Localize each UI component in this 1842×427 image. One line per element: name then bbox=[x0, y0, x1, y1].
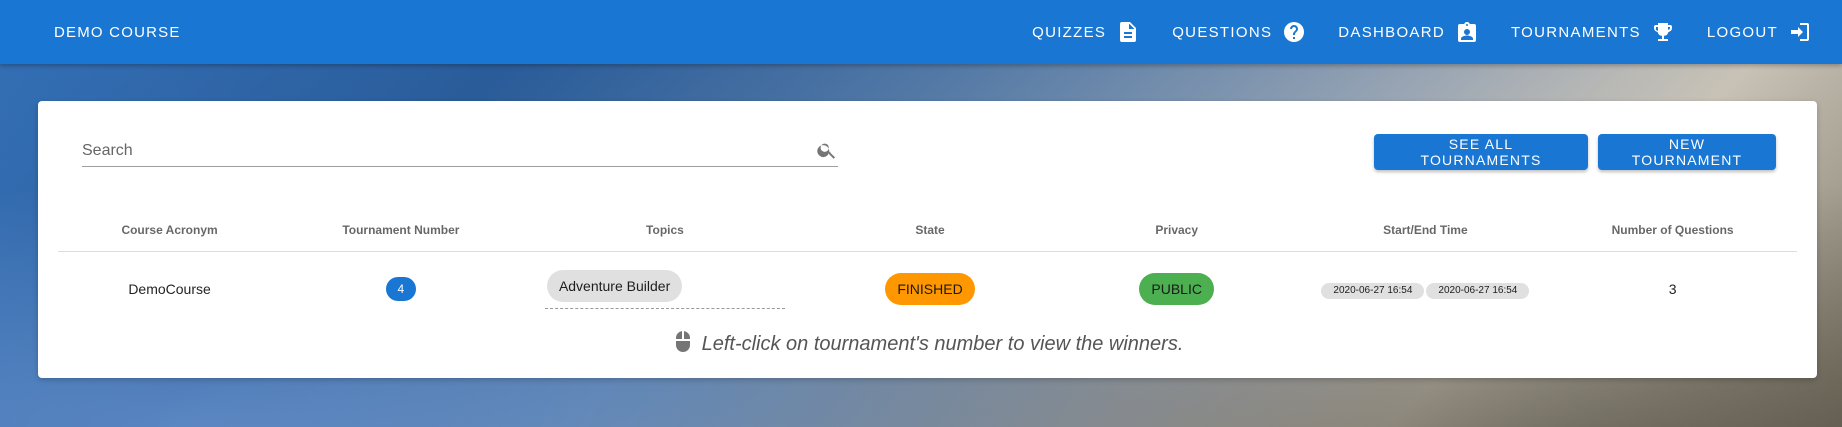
topics-cell: Adventure Builder bbox=[521, 251, 810, 327]
nav-logout-label: LOGOUT bbox=[1706, 23, 1778, 41]
header-tournament-number[interactable]: Tournament Number bbox=[281, 209, 521, 252]
header-privacy[interactable]: Privacy bbox=[1050, 209, 1303, 252]
top-app-bar: DEMO COURSE QUIZZES QUESTIONS DASHBOARD … bbox=[0, 0, 1842, 64]
search-field bbox=[82, 137, 838, 167]
search-icon[interactable] bbox=[816, 139, 838, 161]
nav-dashboard[interactable]: DASHBOARD bbox=[1322, 0, 1495, 64]
nav-quizzes[interactable]: QUIZZES bbox=[1016, 0, 1156, 64]
table-row[interactable]: DemoCourse 4 Adventure Builder FINISHED … bbox=[58, 251, 1797, 327]
tournament-number-cell: 4 bbox=[281, 251, 521, 327]
privacy-chip: PUBLIC bbox=[1139, 273, 1214, 306]
winners-hint: Left-click on tournament's number to vie… bbox=[38, 330, 1817, 360]
header-number-of-questions[interactable]: Number of Questions bbox=[1548, 209, 1797, 252]
nav-tournaments-label: TOURNAMENTS bbox=[1510, 23, 1641, 41]
header-start-end-time[interactable]: Start/End Time bbox=[1302, 209, 1549, 252]
start-end-time-cell: 2020-06-27 16:54 2020-06-27 16:54 bbox=[1303, 251, 1549, 327]
header-state[interactable]: State bbox=[809, 209, 1051, 252]
tournament-number-chip[interactable]: 4 bbox=[385, 277, 416, 302]
course-acronym-cell: DemoCourse bbox=[128, 281, 211, 298]
nav-questions-label: QUESTIONS bbox=[1172, 23, 1273, 41]
number-of-questions-cell: 3 bbox=[1668, 281, 1677, 298]
mouse-icon bbox=[672, 330, 694, 360]
tournaments-card: SEE ALL TOURNAMENTS NEW TOURNAMENT Cours… bbox=[38, 101, 1817, 378]
main-nav: QUIZZES QUESTIONS DASHBOARD TOURNAMENTS … bbox=[1016, 0, 1828, 64]
see-all-tournaments-button[interactable]: SEE ALL TOURNAMENTS bbox=[1374, 134, 1588, 170]
table-header-row: Course Acronym Tournament Number Topics … bbox=[58, 209, 1797, 252]
nav-questions[interactable]: QUESTIONS bbox=[1156, 0, 1322, 64]
topics-list: Adventure Builder bbox=[544, 269, 785, 309]
trophy-icon bbox=[1651, 20, 1675, 44]
logout-icon bbox=[1788, 20, 1812, 44]
header-topics[interactable]: Topics bbox=[520, 209, 810, 252]
course-title[interactable]: DEMO COURSE bbox=[54, 24, 181, 41]
end-time-chip: 2020-06-27 16:54 bbox=[1426, 282, 1530, 299]
privacy-cell: PUBLIC bbox=[1051, 251, 1303, 327]
new-tournament-button[interactable]: NEW TOURNAMENT bbox=[1598, 134, 1776, 170]
nav-dashboard-label: DASHBOARD bbox=[1338, 23, 1445, 41]
nav-quizzes-label: QUIZZES bbox=[1032, 23, 1107, 41]
nav-logout[interactable]: LOGOUT bbox=[1691, 0, 1828, 64]
tournaments-table: Course Acronym Tournament Number Topics … bbox=[58, 209, 1797, 327]
file-document-icon bbox=[1116, 20, 1140, 44]
state-chip: FINISHED bbox=[885, 273, 975, 306]
start-time-chip: 2020-06-27 16:54 bbox=[1321, 282, 1425, 299]
nav-tournaments[interactable]: TOURNAMENTS bbox=[1495, 0, 1691, 64]
header-course-acronym[interactable]: Course Acronym bbox=[58, 209, 282, 252]
topic-chip: Adventure Builder bbox=[546, 269, 683, 302]
state-cell: FINISHED bbox=[809, 251, 1051, 327]
search-input[interactable] bbox=[82, 137, 802, 165]
help-circle-icon bbox=[1282, 20, 1306, 44]
hint-text: Left-click on tournament's number to vie… bbox=[701, 333, 1184, 355]
account-box-icon bbox=[1455, 20, 1479, 44]
